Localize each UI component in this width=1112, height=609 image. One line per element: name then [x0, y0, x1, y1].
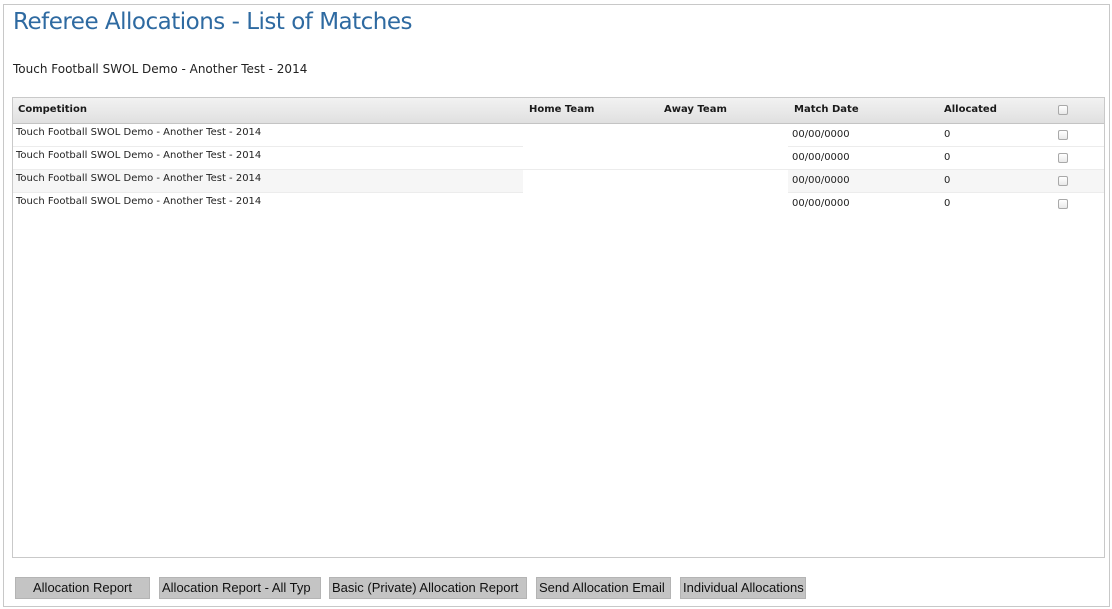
column-header-home-team[interactable]: Home Team [529, 104, 594, 115]
column-header-match-date[interactable]: Match Date [794, 104, 859, 115]
empty-team-cells [523, 170, 788, 193]
cell-match-date: 00/00/0000 [792, 129, 850, 140]
row-checkbox[interactable] [1058, 199, 1068, 209]
cell-competition: Touch Football SWOL Demo - Another Test … [16, 196, 262, 207]
cell-competition: Touch Football SWOL Demo - Another Test … [16, 150, 262, 161]
cell-match-date: 00/00/0000 [792, 198, 850, 209]
basic-private-allocation-report-button[interactable]: Basic (Private) Allocation Report [329, 577, 527, 599]
cell-match-date: 00/00/0000 [792, 175, 850, 186]
table-header: Competition Home Team Away Team Match Da… [13, 98, 1104, 124]
cell-allocated: 0 [944, 152, 951, 163]
column-header-competition[interactable]: Competition [18, 104, 87, 115]
allocation-report-all-types-button[interactable]: Allocation Report - All Typ [159, 577, 321, 599]
page-title: Referee Allocations - List of Matches [13, 9, 413, 35]
cell-allocated: 0 [944, 175, 951, 186]
table-row[interactable]: Touch Football SWOL Demo - Another Test … [13, 193, 1104, 216]
matches-table: Competition Home Team Away Team Match Da… [12, 97, 1105, 558]
column-header-allocated[interactable]: Allocated [944, 104, 997, 115]
row-checkbox[interactable] [1058, 130, 1068, 140]
cell-allocated: 0 [944, 129, 951, 140]
table-row[interactable]: Touch Football SWOL Demo - Another Test … [13, 147, 1104, 170]
cell-match-date: 00/00/0000 [792, 152, 850, 163]
cell-allocated: 0 [944, 198, 951, 209]
competition-subtitle: Touch Football SWOL Demo - Another Test … [13, 62, 308, 76]
table-row[interactable]: Touch Football SWOL Demo - Another Test … [13, 124, 1104, 147]
row-checkbox[interactable] [1058, 153, 1068, 163]
empty-team-cells [523, 124, 788, 147]
send-allocation-email-button[interactable]: Send Allocation Email [536, 577, 671, 599]
allocation-report-button[interactable]: Allocation Report [15, 577, 150, 599]
row-checkbox[interactable] [1058, 176, 1068, 186]
cell-competition: Touch Football SWOL Demo - Another Test … [16, 127, 262, 138]
individual-allocations-button[interactable]: Individual Allocations [680, 577, 806, 599]
table-row[interactable]: Touch Football SWOL Demo - Another Test … [13, 170, 1104, 193]
column-header-away-team[interactable]: Away Team [664, 104, 727, 115]
cell-competition: Touch Football SWOL Demo - Another Test … [16, 173, 262, 184]
select-all-checkbox[interactable] [1058, 105, 1068, 115]
